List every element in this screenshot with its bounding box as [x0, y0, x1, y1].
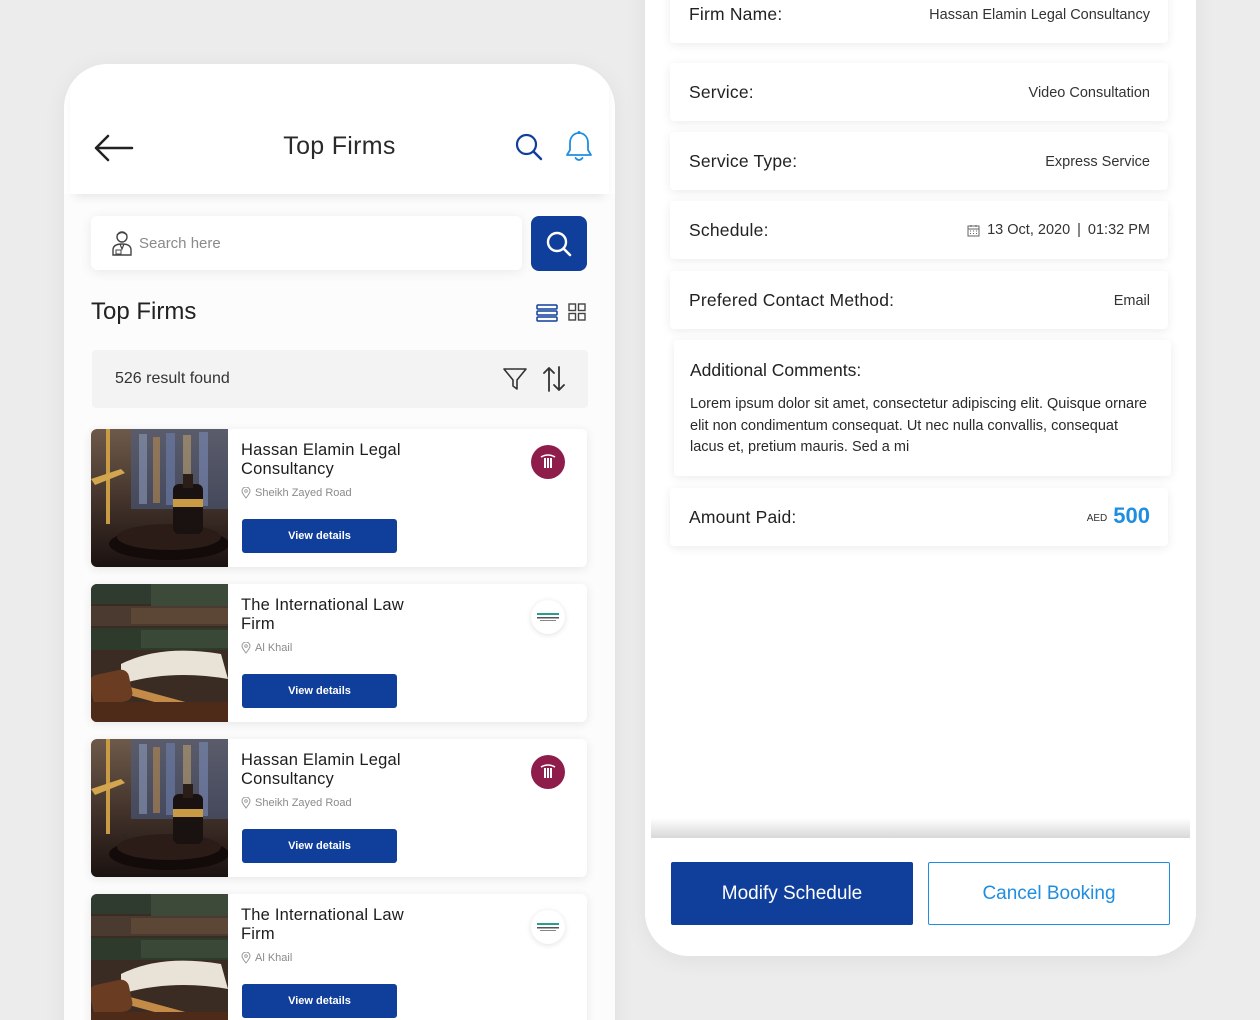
app-bar: Top Firms [70, 64, 609, 194]
pillar-logo-icon [540, 454, 556, 468]
service-row: Service: Video Consultation [670, 63, 1168, 121]
firm-image-gavel [91, 429, 228, 567]
firm-image-law-books [91, 584, 228, 722]
firm-location-text: Sheikh Zayed Road [255, 797, 352, 809]
sort-icon [543, 366, 565, 392]
additional-comments-card: Additional Comments: Lorem ipsum dolor s… [674, 340, 1171, 476]
location-pin-icon [241, 642, 251, 654]
firm-name: Hassan Elamin Legal Consultancy [241, 751, 401, 788]
firm-location: Sheikh Zayed Road [241, 487, 352, 499]
firm-location: Al Khail [241, 642, 292, 654]
firm-image-law-books [91, 894, 228, 1020]
filter-button[interactable] [502, 366, 528, 392]
firm-name-row: Firm Name: Hassan Elamin Legal Consultan… [670, 0, 1168, 43]
service-type-value: Express Service [1045, 154, 1150, 170]
firm-name: Hassan Elamin Legal Consultancy [241, 441, 401, 478]
comments-title: Additional Comments: [690, 360, 862, 380]
service-value: Video Consultation [1028, 85, 1150, 101]
grid-view-icon [568, 303, 586, 321]
notifications-button[interactable] [564, 130, 594, 164]
service-type-label: Service Type: [689, 151, 798, 171]
firm-location-text: Sheikh Zayed Road [255, 487, 352, 499]
grid-view-toggle[interactable] [568, 303, 586, 321]
action-bar: Modify Schedule Cancel Booking [645, 838, 1196, 956]
arrow-left-icon [94, 134, 134, 162]
bell-icon [566, 131, 592, 161]
list-view-toggle[interactable] [536, 304, 558, 322]
firm-location-text: Al Khail [255, 952, 293, 964]
firm-name: The International Law Firm [241, 596, 404, 633]
pillar-logo-icon [540, 764, 556, 778]
location-pin-icon [241, 952, 251, 964]
search-icon [546, 231, 572, 256]
location-pin-icon [241, 797, 251, 809]
sort-button[interactable] [542, 365, 566, 393]
booking-details-screen: Firm Name: Hassan Elamin Legal Consultan… [645, 0, 1196, 956]
firm-image-gavel [91, 739, 228, 877]
schedule-time: 01:32 PM [1087, 222, 1150, 238]
contact-method-label: Prefered Contact Method: [689, 290, 895, 310]
firm-logo [531, 910, 565, 944]
firm-card[interactable]: Hassan Elamin Legal Consultancy Sheikh Z… [91, 429, 587, 567]
schedule-row: Schedule: 13 Oct, 2020 | 01:32 PM [670, 201, 1168, 259]
amount-paid-label: Amount Paid: [689, 507, 797, 527]
firm-logo [531, 755, 565, 789]
filter-icon [503, 368, 527, 390]
cancel-booking-button[interactable]: Cancel Booking [928, 862, 1170, 925]
service-label: Service: [689, 82, 754, 102]
schedule-date: 13 Oct, 2020 [987, 222, 1071, 238]
search-icon [515, 133, 543, 161]
schedule-value: 13 Oct, 2020 | 01:32 PM [967, 222, 1150, 238]
firm-logo [531, 600, 565, 634]
lawyer-avatar-icon [112, 231, 132, 256]
header-search-button[interactable] [514, 132, 544, 162]
back-button[interactable] [92, 128, 136, 168]
amount-paid-value: AED 500 [1087, 503, 1150, 529]
firm-name: The International Law Firm [241, 906, 404, 943]
schedule-label: Schedule: [689, 220, 769, 240]
location-pin-icon [241, 487, 251, 499]
amount-paid-row: Amount Paid: AED 500 [670, 488, 1168, 546]
contact-method-value: Email [1113, 293, 1150, 309]
firm-location: Sheikh Zayed Road [241, 797, 352, 809]
firm-card[interactable]: The International Law Firm Al Khail View… [91, 584, 587, 722]
firm-logo [531, 445, 565, 479]
amount-currency: AED [1086, 513, 1108, 524]
schedule-separator: | [1077, 222, 1081, 238]
search-field[interactable] [91, 216, 522, 270]
view-details-button[interactable]: View details [242, 829, 397, 863]
partners-logo-icon [537, 923, 559, 931]
firm-location-text: Al Khail [255, 642, 293, 654]
view-details-button[interactable]: View details [242, 674, 397, 708]
firms-screen: Top Firms Search here Top Firms 526 resu… [64, 64, 615, 1020]
firm-card[interactable]: The International Law Firm Al Khail View… [91, 894, 587, 1020]
results-bar: 526 result found [92, 350, 588, 408]
contact-method-row: Prefered Contact Method: Email [670, 271, 1168, 329]
calendar-icon [967, 224, 980, 236]
section-title: Top Firms [91, 298, 197, 325]
amount-number: 500 [1113, 503, 1150, 528]
view-details-button[interactable]: View details [242, 519, 397, 553]
service-type-row: Service Type: Express Service [670, 132, 1168, 190]
modify-schedule-button[interactable]: Modify Schedule [671, 862, 913, 925]
bottom-bar-shadow [651, 818, 1190, 838]
firms-content: Top Firms 526 result found [64, 194, 615, 1020]
firm-name-label: Firm Name: [689, 4, 783, 24]
search-input[interactable] [139, 226, 499, 260]
search-submit-button[interactable] [531, 216, 587, 271]
firm-name-value: Hassan Elamin Legal Consultancy [929, 7, 1150, 23]
list-view-icon [536, 304, 558, 322]
firm-location: Al Khail [241, 952, 292, 964]
partners-logo-icon [537, 613, 559, 621]
comments-body: Lorem ipsum dolor sit amet, consectetur … [690, 396, 1147, 455]
results-count: 526 result found [115, 370, 230, 387]
firm-card[interactable]: Hassan Elamin Legal Consultancy Sheikh Z… [91, 739, 587, 877]
view-details-button[interactable]: View details [242, 984, 397, 1018]
